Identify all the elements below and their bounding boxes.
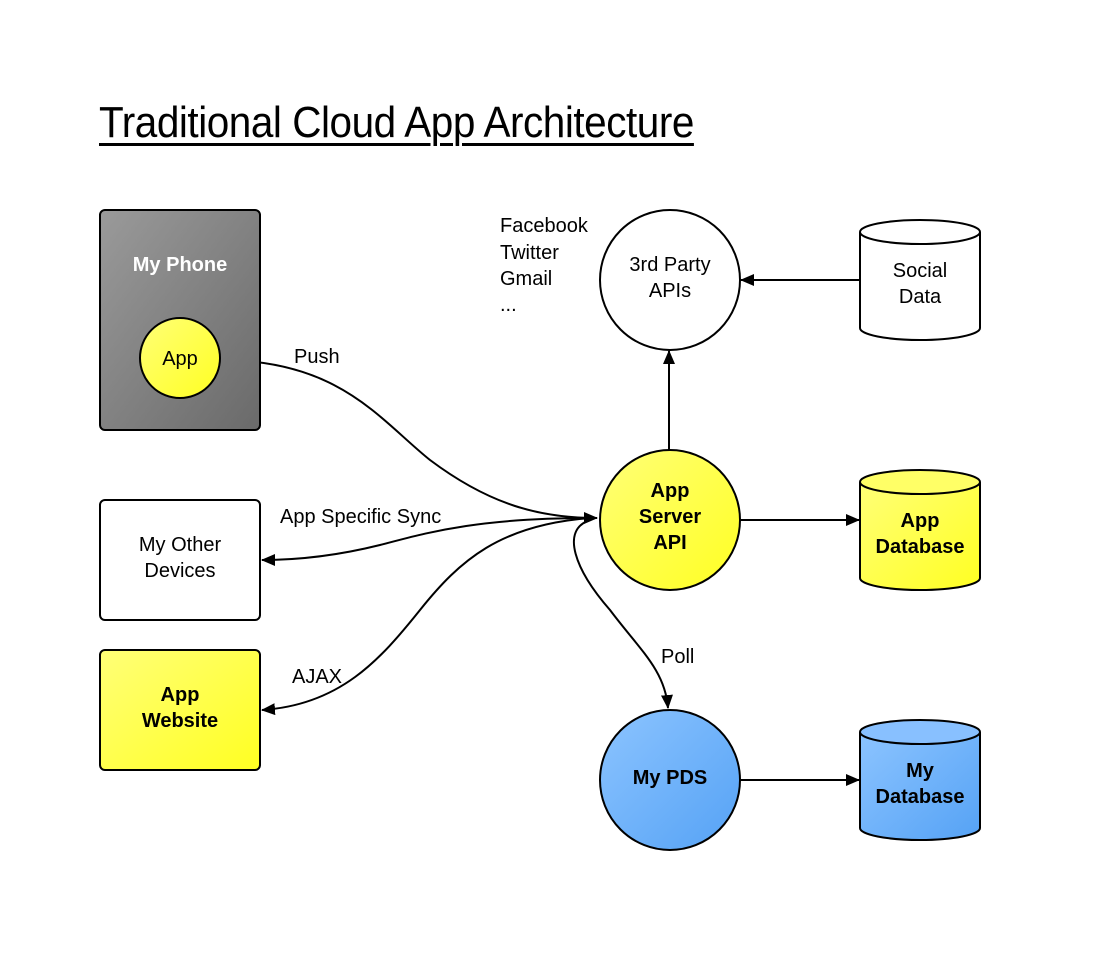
node-app[interactable]: App (139, 317, 221, 399)
node-label: 3rd Party (629, 254, 710, 276)
node-label: Database (876, 536, 965, 558)
edge-push (219, 359, 598, 524)
node-label: App (901, 510, 940, 532)
third-party-examples-list: Facebook Twitter Gmail ... (500, 215, 589, 316)
node-label: App (651, 480, 690, 502)
node-label: Website (142, 710, 218, 732)
node-label: My (906, 760, 935, 782)
example-item: ... (500, 294, 517, 316)
node-label: My PDS (633, 767, 707, 789)
node-label: Server (639, 506, 701, 528)
node-label: APIs (649, 280, 691, 302)
node-app-server-api[interactable]: App Server API (599, 449, 741, 591)
node-label: API (653, 532, 686, 554)
node-app-website[interactable]: App Website (99, 649, 261, 771)
node-third-party-apis[interactable]: 3rd Party APIs (599, 209, 741, 351)
architecture-diagram: Push App Specific Sync AJAX Poll My Phon… (99, 209, 981, 851)
node-label: My Other (139, 534, 222, 556)
node-label: Social (893, 260, 947, 282)
example-item: Twitter (500, 242, 559, 264)
example-item: Gmail (500, 268, 552, 290)
node-label: Data (899, 286, 942, 308)
node-label: Devices (144, 560, 215, 582)
node-label: My Phone (133, 254, 227, 276)
edge-label-poll: Poll (661, 646, 694, 668)
example-item: Facebook (500, 215, 589, 237)
node-social-data[interactable]: Social Data (859, 219, 981, 341)
node-label: Database (876, 786, 965, 808)
edge-label-ajax: AJAX (292, 666, 342, 688)
node-my-other-devices[interactable]: My Other Devices (99, 499, 261, 621)
node-my-pds[interactable]: My PDS (599, 709, 741, 851)
edge-label-app-specific-sync: App Specific Sync (280, 506, 441, 528)
node-label: App (162, 348, 198, 370)
node-label: App (161, 684, 200, 706)
edge-label-push: Push (294, 346, 340, 368)
node-app-database[interactable]: App Database (859, 469, 981, 591)
node-my-database[interactable]: My Database (859, 719, 981, 841)
